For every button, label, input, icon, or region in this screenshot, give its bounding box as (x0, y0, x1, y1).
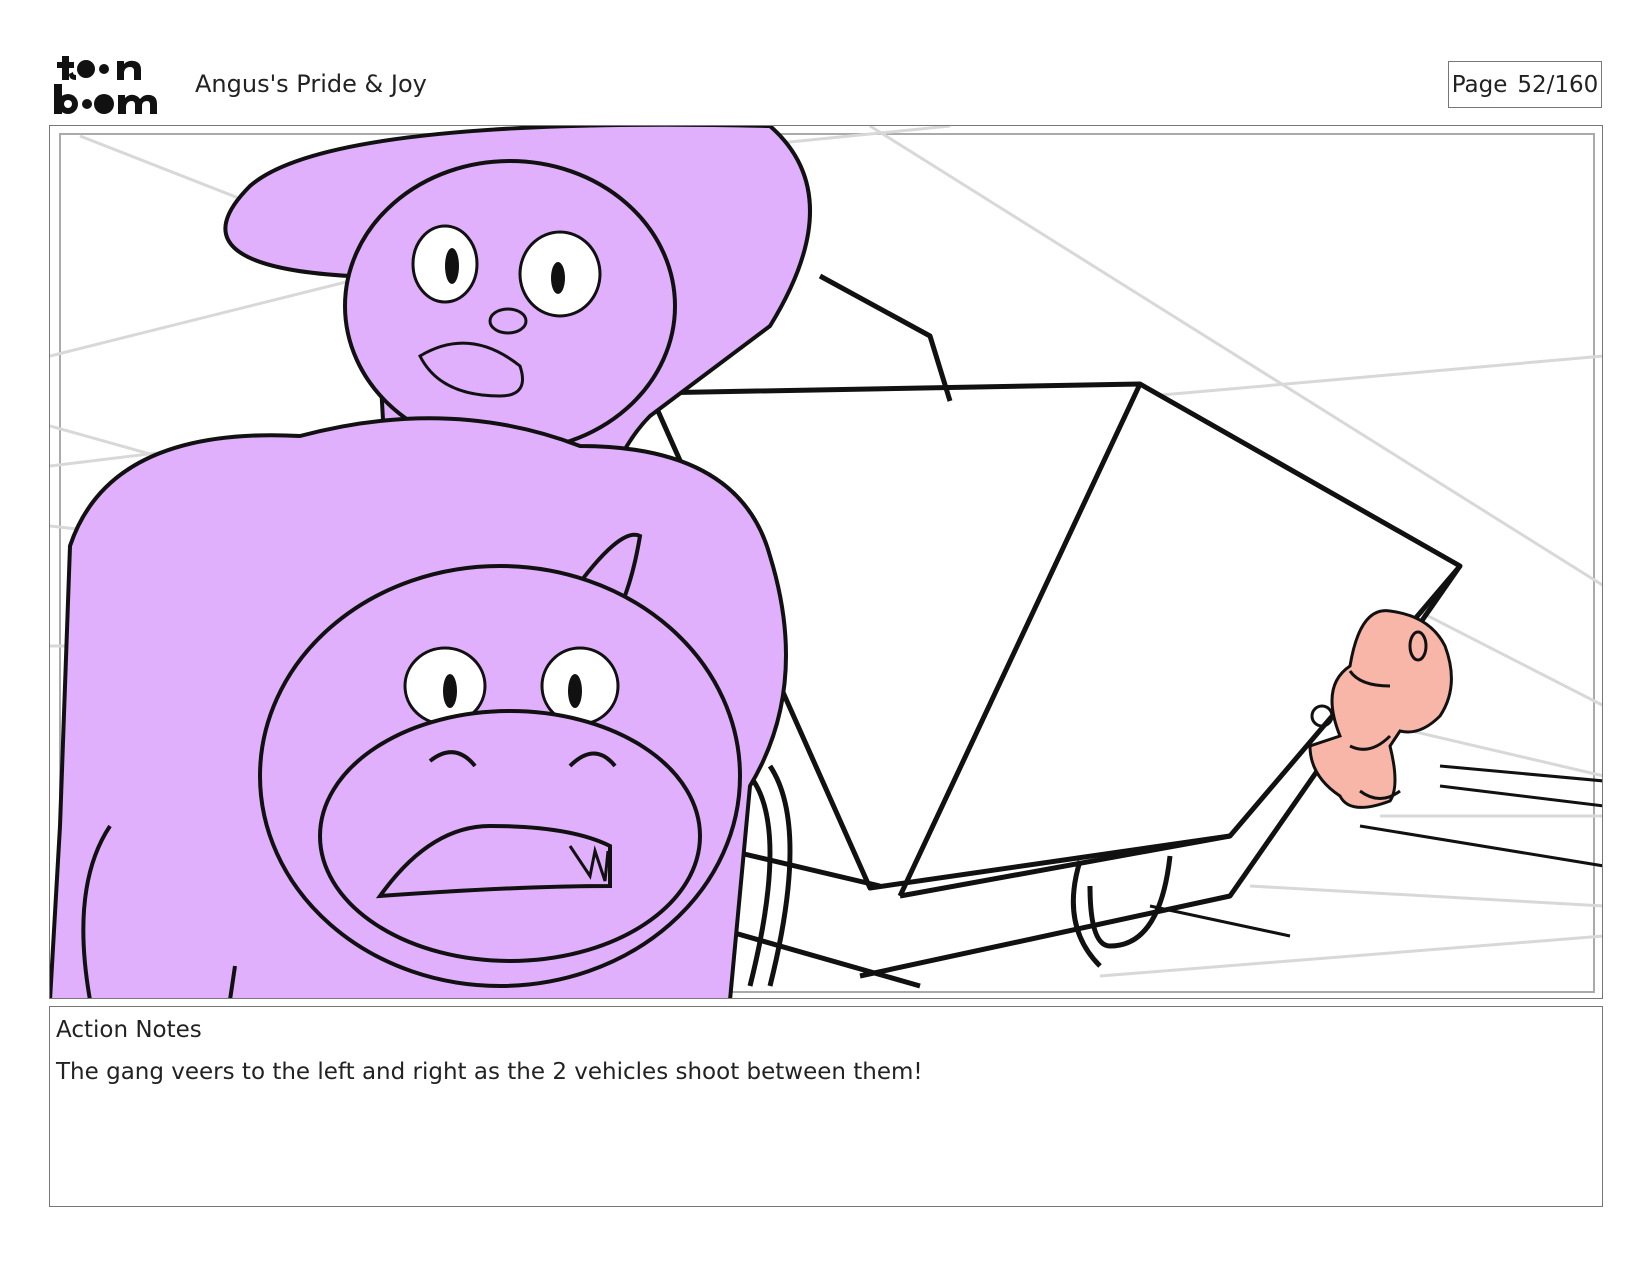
purple-characters (50, 126, 812, 998)
action-notes-box: Action Notes The gang veers to the left … (49, 1006, 1603, 1207)
page-label: Page (1451, 71, 1508, 98)
toonboom-logo (52, 52, 170, 116)
panel-sketch (50, 126, 1602, 998)
project-title: Angus's Pride & Joy (195, 70, 427, 98)
page-number: 52/160 (1517, 71, 1599, 98)
action-notes-label: Action Notes (56, 1017, 202, 1043)
action-notes-text: The gang veers to the left and right as … (56, 1059, 923, 1085)
storyboard-panel (49, 125, 1603, 999)
page-indicator: Page 52/160 (1448, 61, 1602, 108)
